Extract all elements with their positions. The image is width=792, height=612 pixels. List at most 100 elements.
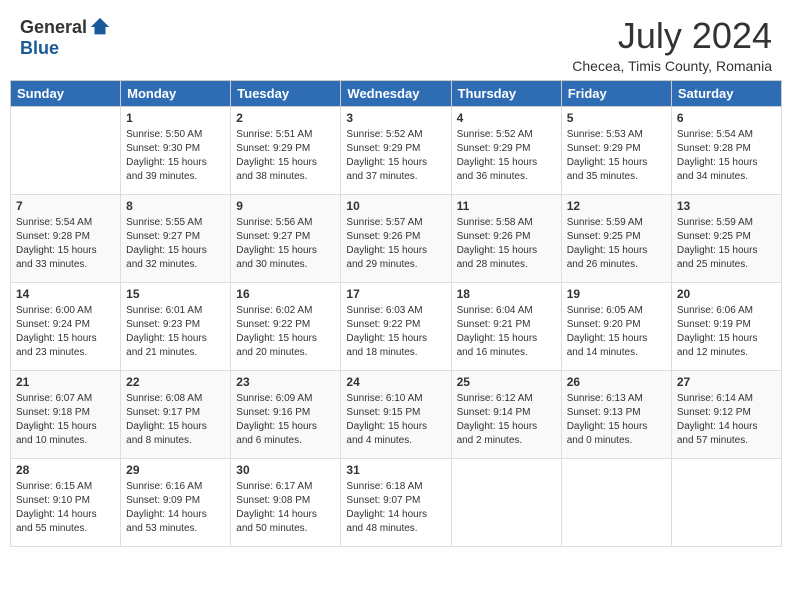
sunrise-text: Sunrise: 6:03 AM xyxy=(346,304,445,318)
day-number: 2 xyxy=(236,111,335,125)
day-number: 26 xyxy=(567,375,666,389)
sunset-text: Sunset: 9:10 PM xyxy=(16,494,115,508)
calendar-cell: 17 Sunrise: 6:03 AMSunset: 9:22 PMDayligh… xyxy=(341,282,451,370)
cell-content: Sunrise: 5:57 AMSunset: 9:26 PMDaylight:… xyxy=(346,216,445,272)
cell-content: Sunrise: 5:55 AMSunset: 9:27 PMDaylight:… xyxy=(126,216,225,272)
calendar-cell xyxy=(561,458,671,546)
daylight-text: Daylight: 14 hours and 55 minutes. xyxy=(16,508,115,536)
daylight-text: Daylight: 14 hours and 53 minutes. xyxy=(126,508,225,536)
sunset-text: Sunset: 9:13 PM xyxy=(567,406,666,420)
sunset-text: Sunset: 9:08 PM xyxy=(236,494,335,508)
sunrise-text: Sunrise: 5:54 AM xyxy=(677,128,776,142)
cell-content: Sunrise: 6:09 AMSunset: 9:16 PMDaylight:… xyxy=(236,392,335,448)
daylight-text: Daylight: 15 hours and 35 minutes. xyxy=(567,156,666,184)
day-number: 13 xyxy=(677,199,776,213)
calendar-cell: 11Sunrise: 5:58 AMSunset: 9:26 PMDayligh… xyxy=(451,194,561,282)
daylight-text: Daylight: 15 hours and 12 minutes. xyxy=(677,332,776,360)
day-number: 28 xyxy=(16,463,115,477)
calendar-cell: 28 Sunrise: 6:15 AMSunset: 9:10 PMDayligh… xyxy=(11,458,121,546)
sunrise-text: Sunrise: 6:04 AM xyxy=(457,304,556,318)
sunrise-text: Sunrise: 6:09 AM xyxy=(236,392,335,406)
calendar-table: SundayMondayTuesdayWednesdayThursdayFrid… xyxy=(10,80,782,547)
daylight-text: Daylight: 14 hours and 50 minutes. xyxy=(236,508,335,536)
sunrise-text: Sunrise: 5:52 AM xyxy=(457,128,556,142)
calendar-week-4: 21Sunrise: 6:07 AMSunset: 9:18 PMDayligh… xyxy=(11,370,782,458)
sunrise-text: Sunrise: 6:10 AM xyxy=(346,392,445,406)
calendar-cell: 16Sunrise: 6:02 AMSunset: 9:22 PMDayligh… xyxy=(231,282,341,370)
calendar-cell: 13Sunrise: 5:59 AMSunset: 9:25 PMDayligh… xyxy=(671,194,781,282)
sunset-text: Sunset: 9:21 PM xyxy=(457,318,556,332)
calendar-week-5: 28 Sunrise: 6:15 AMSunset: 9:10 PMDayligh… xyxy=(11,458,782,546)
sunrise-text: Sunrise: 5:51 AM xyxy=(236,128,335,142)
daylight-text: Daylight: 14 hours and 48 minutes. xyxy=(346,508,445,536)
calendar-cell: 19Sunrise: 6:05 AMSunset: 9:20 PMDayligh… xyxy=(561,282,671,370)
calendar-cell: 18Sunrise: 6:04 AMSunset: 9:21 PMDayligh… xyxy=(451,282,561,370)
day-number: 27 xyxy=(677,375,776,389)
daylight-text: Daylight: 15 hours and 38 minutes. xyxy=(236,156,335,184)
cell-content: Sunrise: 6:16 AMSunset: 9:09 PMDaylight:… xyxy=(126,480,225,536)
calendar-cell: 5Sunrise: 5:53 AMSunset: 9:29 PMDaylight… xyxy=(561,106,671,194)
calendar-cell: 30Sunrise: 6:17 AMSunset: 9:08 PMDayligh… xyxy=(231,458,341,546)
calendar-cell: 15Sunrise: 6:01 AMSunset: 9:23 PMDayligh… xyxy=(121,282,231,370)
sunrise-text: Sunrise: 6:08 AM xyxy=(126,392,225,406)
sunrise-text: Sunrise: 5:59 AM xyxy=(677,216,776,230)
calendar-cell: 27Sunrise: 6:14 AMSunset: 9:12 PMDayligh… xyxy=(671,370,781,458)
cell-content: Sunrise: 6:07 AMSunset: 9:18 PMDaylight:… xyxy=(16,392,115,448)
sunrise-text: Sunrise: 6:02 AM xyxy=(236,304,335,318)
location-text: Checea, Timis County, Romania xyxy=(572,58,772,74)
sunrise-text: Sunrise: 5:59 AM xyxy=(567,216,666,230)
day-number: 17 xyxy=(346,287,445,301)
sunrise-text: Sunrise: 6:13 AM xyxy=(567,392,666,406)
day-number: 5 xyxy=(567,111,666,125)
title-block: July 2024 Checea, Timis County, Romania xyxy=(572,16,772,74)
day-number: 25 xyxy=(457,375,556,389)
cell-content: Sunrise: 5:54 AMSunset: 9:28 PMDaylight:… xyxy=(16,216,115,272)
sunset-text: Sunset: 9:23 PM xyxy=(126,318,225,332)
cell-content: Sunrise: 6:00 AMSunset: 9:24 PMDaylight:… xyxy=(16,304,115,360)
daylight-text: Daylight: 15 hours and 33 minutes. xyxy=(16,244,115,272)
sunrise-text: Sunrise: 5:58 AM xyxy=(457,216,556,230)
weekday-header-saturday: Saturday xyxy=(671,80,781,106)
sunrise-text: Sunrise: 5:53 AM xyxy=(567,128,666,142)
calendar-cell: 14Sunrise: 6:00 AMSunset: 9:24 PMDayligh… xyxy=(11,282,121,370)
weekday-header-wednesday: Wednesday xyxy=(341,80,451,106)
sunset-text: Sunset: 9:18 PM xyxy=(16,406,115,420)
sunrise-text: Sunrise: 5:56 AM xyxy=(236,216,335,230)
sunrise-text: Sunrise: 6:00 AM xyxy=(16,304,115,318)
sunrise-text: Sunrise: 5:55 AM xyxy=(126,216,225,230)
weekday-header-row: SundayMondayTuesdayWednesdayThursdayFrid… xyxy=(11,80,782,106)
sunrise-text: Sunrise: 6:06 AM xyxy=(677,304,776,318)
sunrise-text: Sunrise: 6:17 AM xyxy=(236,480,335,494)
weekday-header-tuesday: Tuesday xyxy=(231,80,341,106)
cell-content: Sunrise: 6:03 AMSunset: 9:22 PMDaylight:… xyxy=(346,304,445,360)
cell-content: Sunrise: 5:56 AMSunset: 9:27 PMDaylight:… xyxy=(236,216,335,272)
calendar-cell: 8Sunrise: 5:55 AMSunset: 9:27 PMDaylight… xyxy=(121,194,231,282)
daylight-text: Daylight: 15 hours and 30 minutes. xyxy=(236,244,335,272)
day-number: 7 xyxy=(16,199,115,213)
daylight-text: Daylight: 15 hours and 36 minutes. xyxy=(457,156,556,184)
calendar-week-2: 7 Sunrise: 5:54 AMSunset: 9:28 PMDaylight… xyxy=(11,194,782,282)
calendar-week-3: 14Sunrise: 6:00 AMSunset: 9:24 PMDayligh… xyxy=(11,282,782,370)
cell-content: Sunrise: 6:04 AMSunset: 9:21 PMDaylight:… xyxy=(457,304,556,360)
day-number: 23 xyxy=(236,375,335,389)
day-number: 12 xyxy=(567,199,666,213)
sunset-text: Sunset: 9:28 PM xyxy=(677,142,776,156)
cell-content: Sunrise: 5:54 AMSunset: 9:28 PMDaylight:… xyxy=(677,128,776,184)
daylight-text: Daylight: 15 hours and 37 minutes. xyxy=(346,156,445,184)
cell-content: Sunrise: 6:15 AMSunset: 9:10 PMDaylight:… xyxy=(16,480,115,536)
calendar-cell: 31Sunrise: 6:18 AMSunset: 9:07 PMDayligh… xyxy=(341,458,451,546)
daylight-text: Daylight: 15 hours and 0 minutes. xyxy=(567,420,666,448)
calendar-cell: 24Sunrise: 6:10 AMSunset: 9:15 PMDayligh… xyxy=(341,370,451,458)
sunset-text: Sunset: 9:27 PM xyxy=(126,230,225,244)
weekday-header-friday: Friday xyxy=(561,80,671,106)
sunset-text: Sunset: 9:26 PM xyxy=(457,230,556,244)
sunset-text: Sunset: 9:22 PM xyxy=(236,318,335,332)
day-number: 16 xyxy=(236,287,335,301)
calendar-cell: 12Sunrise: 5:59 AMSunset: 9:25 PMDayligh… xyxy=(561,194,671,282)
daylight-text: Daylight: 15 hours and 28 minutes. xyxy=(457,244,556,272)
page-header: General Blue July 2024 Checea, Timis Cou… xyxy=(10,10,782,74)
sunrise-text: Sunrise: 6:01 AM xyxy=(126,304,225,318)
calendar-cell: 9Sunrise: 5:56 AMSunset: 9:27 PMDaylight… xyxy=(231,194,341,282)
month-year-title: July 2024 xyxy=(572,16,772,56)
sunset-text: Sunset: 9:19 PM xyxy=(677,318,776,332)
